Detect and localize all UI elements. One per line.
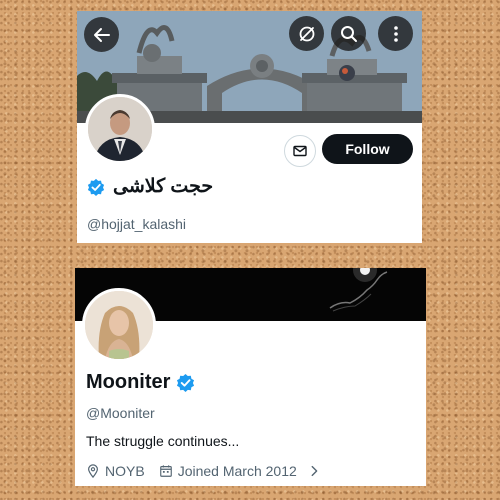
avatar[interactable] (82, 288, 156, 362)
follow-button[interactable]: Follow (322, 134, 413, 164)
search-icon (340, 25, 357, 42)
profile-meta: NOYB Joined March 2012 (86, 463, 321, 479)
joined-item: Joined March 2012 (159, 463, 297, 479)
profile-card-hojjat: Follow حجت کلاشی @hojjat_kalashi (77, 11, 422, 243)
location-pin-icon (88, 464, 98, 478)
avatar[interactable] (85, 94, 155, 164)
refresh-off-icon (299, 26, 314, 41)
refresh-off-button[interactable] (289, 16, 324, 51)
back-button[interactable] (84, 17, 119, 52)
calendar-icon (159, 465, 172, 477)
profile-card-mooniter: Mooniter @Mooniter The struggle continue… (75, 268, 426, 486)
display-name-row: Mooniter (86, 371, 195, 394)
more-vertical-icon (393, 25, 398, 42)
location-item: NOYB (86, 463, 145, 479)
avatar-photo (85, 291, 153, 359)
verified-badge-icon (87, 178, 105, 196)
mail-icon (293, 145, 307, 157)
avatar-photo (88, 97, 152, 161)
display-name: حجت کلاشی (113, 176, 214, 197)
display-name: Mooniter (86, 371, 171, 393)
more-options-button[interactable] (378, 16, 413, 51)
back-arrow-icon (93, 27, 110, 42)
bio-text: The struggle continues... (86, 433, 240, 449)
message-button[interactable] (284, 135, 316, 167)
location-text: NOYB (105, 463, 145, 479)
display-name-row: حجت کلاشی (87, 175, 407, 198)
search-button[interactable] (331, 16, 366, 51)
chevron-right-icon[interactable] (307, 464, 321, 478)
username: @hojjat_kalashi (87, 216, 187, 232)
username: @Mooniter (86, 405, 155, 421)
verified-badge-icon (177, 373, 195, 392)
joined-date: Joined March 2012 (177, 463, 297, 479)
